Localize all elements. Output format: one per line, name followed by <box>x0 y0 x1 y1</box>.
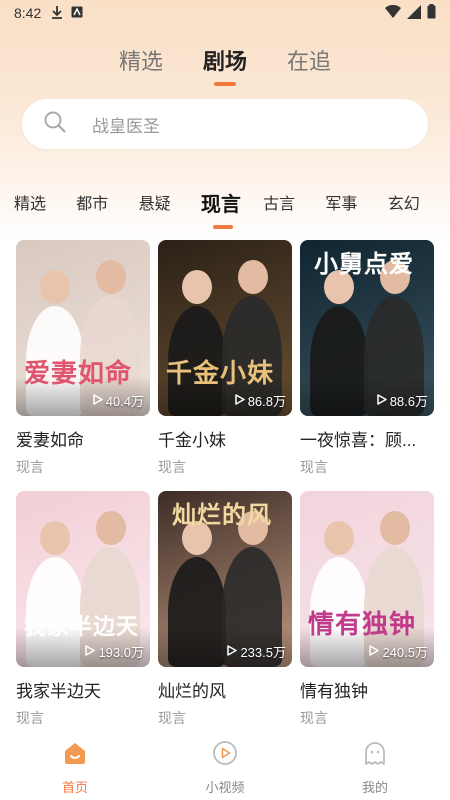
download-icon <box>51 5 63 22</box>
drama-card[interactable]: 千金小妹 86.8万 千金小妹 现言 <box>158 240 292 477</box>
view-count: 88.6万 <box>376 391 428 410</box>
view-count: 233.5万 <box>227 642 286 661</box>
poster-title-art: 千金小妹 <box>166 359 275 389</box>
poster-figure-head <box>96 511 126 545</box>
category-bar: 精选 都市 悬疑 现言 古言 军事 玄幻 <box>0 184 450 229</box>
view-count: 86.8万 <box>234 391 286 410</box>
play-triangle-icon <box>376 393 387 408</box>
poster-figure-head <box>238 260 268 294</box>
drama-title: 千金小妹 <box>158 431 226 450</box>
view-count-text: 233.5万 <box>240 645 286 660</box>
wifi-icon <box>385 4 401 21</box>
view-count-text: 40.4万 <box>105 394 144 409</box>
view-count-text: 88.6万 <box>389 394 428 409</box>
category-military[interactable]: 军事 <box>325 190 387 214</box>
poster-title-art: 爱妻如命 <box>24 359 133 389</box>
drama-genre-tag: 现言 <box>16 710 44 726</box>
drama-grid: 爱妻如命 40.4万 爱妻如命 现言 千金小妹 86.8万 千金小妹 现言 小舅点爱… <box>16 240 436 728</box>
status-time: 8:42 <box>14 5 42 21</box>
battery-icon <box>427 4 436 22</box>
poster-figure-head <box>96 260 126 294</box>
poster-figure-head <box>40 521 70 555</box>
poster-figure-head <box>40 270 70 304</box>
category-modern-romance[interactable]: 现言 <box>201 188 263 229</box>
category-mystery[interactable]: 悬疑 <box>139 190 201 214</box>
search-bar[interactable]: 战皇医圣 <box>22 99 428 149</box>
view-count: 240.5万 <box>369 642 428 661</box>
drama-title: 灿烂的风 <box>158 682 226 701</box>
play-triangle-icon <box>369 644 380 659</box>
drama-poster: 小舅点爱 88.6万 <box>300 240 434 416</box>
drama-title: 情有独钟 <box>300 682 368 701</box>
nav-short-video-label: 小视频 <box>205 780 245 795</box>
drama-poster: 情有独钟 240.5万 <box>300 491 434 667</box>
search-placeholder: 战皇医圣 <box>92 116 160 136</box>
tab-following[interactable]: 在追 <box>287 44 331 76</box>
drama-card[interactable]: 情有独钟 240.5万 情有独钟 现言 <box>300 491 434 728</box>
category-urban[interactable]: 都市 <box>76 190 138 214</box>
drama-genre-tag: 现言 <box>158 710 186 726</box>
poster-figure-head <box>182 270 212 304</box>
play-circle-icon <box>212 740 238 769</box>
app-notification-icon <box>71 5 83 21</box>
drama-title: 爱妻如命 <box>16 431 84 450</box>
poster-top-title-art: 小舅点爱 <box>314 249 414 278</box>
drama-card[interactable]: 爱妻如命 40.4万 爱妻如命 现言 <box>16 240 150 477</box>
poster-top-title-art: 灿烂的风 <box>172 500 272 529</box>
nav-profile[interactable]: 我的 <box>300 730 450 800</box>
tab-theater[interactable]: 剧场 <box>203 44 247 76</box>
signal-icon <box>407 4 421 22</box>
drama-title: 一夜惊喜：顾... <box>300 431 417 450</box>
drama-title: 我家半边天 <box>16 682 101 701</box>
nav-home[interactable]: 首页 <box>0 730 150 800</box>
profile-ghost-icon <box>362 740 388 769</box>
poster-figure-head <box>380 511 410 545</box>
drama-genre-tag: 现言 <box>158 459 186 475</box>
drama-card[interactable]: 灿烂的风 233.5万 灿烂的风 现言 <box>158 491 292 728</box>
drama-card[interactable]: 我家半边天 193.0万 我家半边天 现言 <box>16 491 150 728</box>
play-triangle-icon <box>85 644 96 659</box>
nav-profile-label: 我的 <box>361 780 388 795</box>
drama-genre-tag: 现言 <box>300 710 328 726</box>
drama-genre-tag: 现言 <box>300 459 328 475</box>
drama-genre-tag: 现言 <box>16 459 44 475</box>
play-triangle-icon <box>234 393 245 408</box>
nav-home-label: 首页 <box>61 780 88 795</box>
top-tab-bar: 精选 剧场 在追 <box>0 44 450 76</box>
category-featured[interactable]: 精选 <box>14 190 76 214</box>
drama-poster: 爱妻如命 40.4万 <box>16 240 150 416</box>
search-icon <box>44 111 66 138</box>
category-ancient-romance[interactable]: 古言 <box>263 190 325 214</box>
poster-figure-head <box>324 521 354 555</box>
play-triangle-icon <box>92 393 103 408</box>
drama-poster: 灿烂的风 233.5万 <box>158 491 292 667</box>
drama-poster: 我家半边天 193.0万 <box>16 491 150 667</box>
view-count: 193.0万 <box>85 642 144 661</box>
view-count-text: 193.0万 <box>98 645 144 660</box>
tab-featured[interactable]: 精选 <box>119 44 163 76</box>
view-count-text: 86.8万 <box>247 394 286 409</box>
play-triangle-icon <box>227 644 238 659</box>
nav-short-video[interactable]: 小视频 <box>150 730 300 800</box>
view-count: 40.4万 <box>92 391 144 410</box>
drama-poster: 千金小妹 86.8万 <box>158 240 292 416</box>
poster-title-art: 情有独钟 <box>308 610 417 640</box>
poster-title-art: 我家半边天 <box>24 614 140 640</box>
bottom-nav: 首页 小视频 我的 <box>0 730 450 800</box>
view-count-text: 240.5万 <box>382 645 428 660</box>
status-bar: 8:42 <box>0 0 450 26</box>
home-icon <box>62 740 88 769</box>
category-fantasy[interactable]: 玄幻 <box>388 190 450 214</box>
drama-card[interactable]: 小舅点爱 88.6万 一夜惊喜：顾... 现言 <box>300 240 434 477</box>
